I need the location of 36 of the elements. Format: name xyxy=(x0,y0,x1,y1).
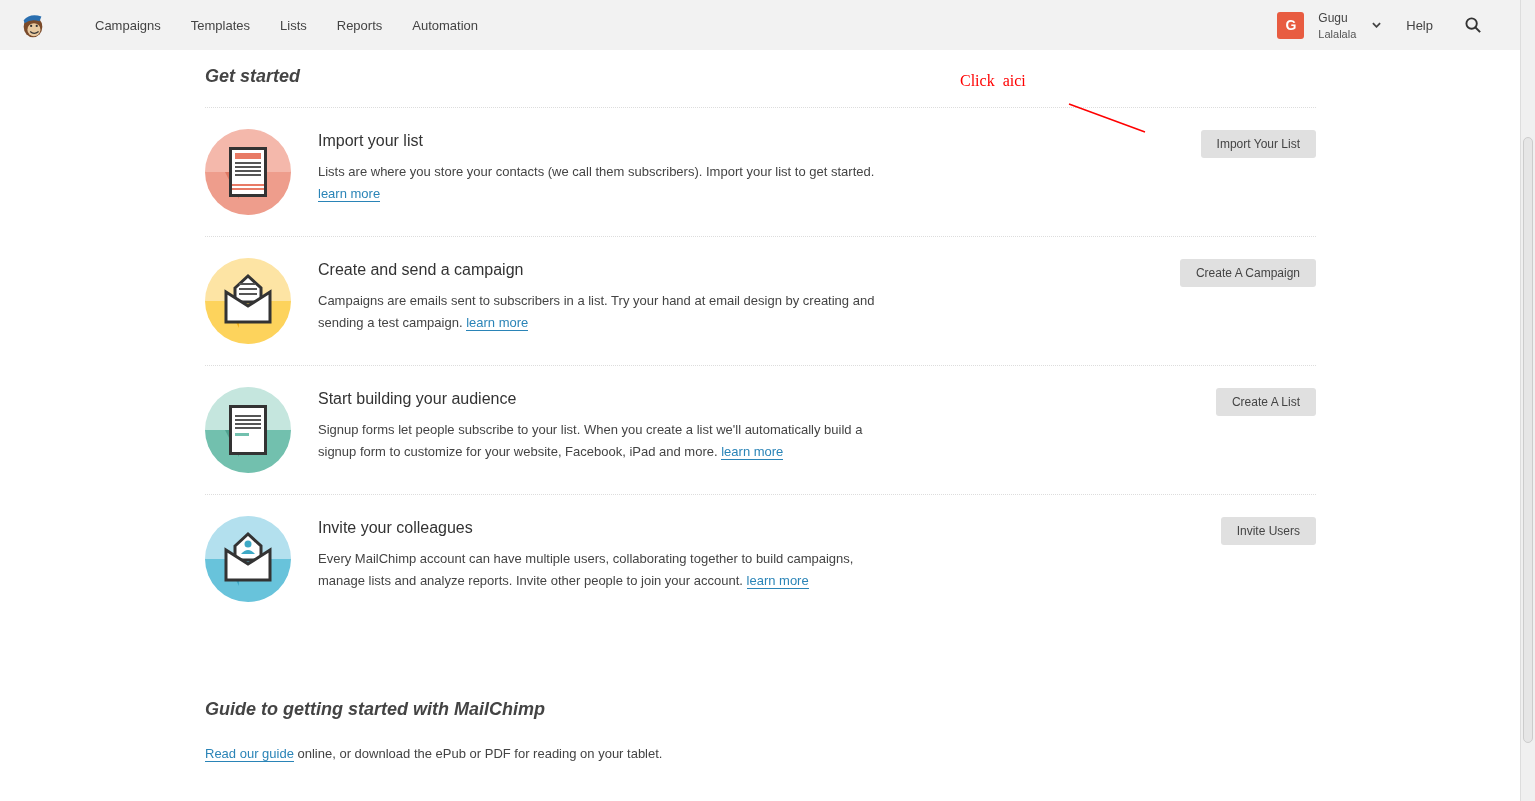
learn-more-link[interactable]: learn more xyxy=(746,573,809,589)
user-envelope-icon xyxy=(205,516,291,602)
scrollbar-thumb[interactable] xyxy=(1523,137,1533,743)
step-title: Invite your colleagues xyxy=(318,519,474,537)
learn-more-link[interactable]: learn more xyxy=(466,315,529,331)
document-icon xyxy=(205,129,291,215)
step-description: Signup forms let people subscribe to your list. When you create a list we'll automatically build a signup form to customize for your website, Facebook, iPad and more. learn more xyxy=(318,421,864,462)
user-name: Gugu xyxy=(1318,10,1349,25)
guide-description: Read our guide online, or download the ePub or PDF for reading on your tablet. xyxy=(205,746,664,761)
nav-link[interactable]: Automation xyxy=(412,17,479,33)
search-icon[interactable] xyxy=(1465,16,1482,34)
nav-link[interactable]: Templates xyxy=(190,17,250,33)
read-guide-link[interactable]: Read our guide xyxy=(205,746,294,762)
nav-link[interactable]: Reports xyxy=(336,17,383,33)
learn-more-link[interactable]: learn more xyxy=(721,444,784,460)
step-action-button[interactable]: Import Your List xyxy=(1200,130,1316,158)
step-title: Start building your audience xyxy=(318,390,518,408)
scrollbar[interactable] xyxy=(1520,0,1535,801)
guide-title: Guide to getting started with MailChimp xyxy=(205,698,546,721)
learn-more-link[interactable]: learn more xyxy=(318,186,381,202)
step-action-button[interactable]: Invite Users xyxy=(1220,517,1316,545)
step-action-button[interactable]: Create A List xyxy=(1215,388,1316,416)
signup-form-icon xyxy=(205,387,291,473)
chevron-down-icon[interactable] xyxy=(1372,22,1382,28)
nav-link[interactable]: Lists xyxy=(280,17,307,33)
step-title: Import your list xyxy=(318,132,424,150)
envelope-icon xyxy=(205,258,291,344)
help-link[interactable]: Help xyxy=(1406,17,1433,33)
nav-link[interactable]: Campaigns xyxy=(95,17,161,33)
step-description: Every MailChimp account can have multiple users, collaborating together to build campaigns, manage lists and analyze reports. Invite other people to join your account. learn more xyxy=(318,550,855,591)
annotation-text: Click aici xyxy=(960,72,1026,90)
step-action-button[interactable]: Create A Campaign xyxy=(1179,259,1316,287)
step-title: Create and send a campaign xyxy=(318,261,525,279)
step-description: Lists are where you store your contacts (we call them subscribers). Import your list to get started. learn more xyxy=(318,163,876,204)
user-organization: Lalalala xyxy=(1318,27,1357,40)
step-description: Campaigns are emails sent to subscribers in a list. Try your hand at email design by creating and sending a test campaign. learn more xyxy=(318,292,876,333)
